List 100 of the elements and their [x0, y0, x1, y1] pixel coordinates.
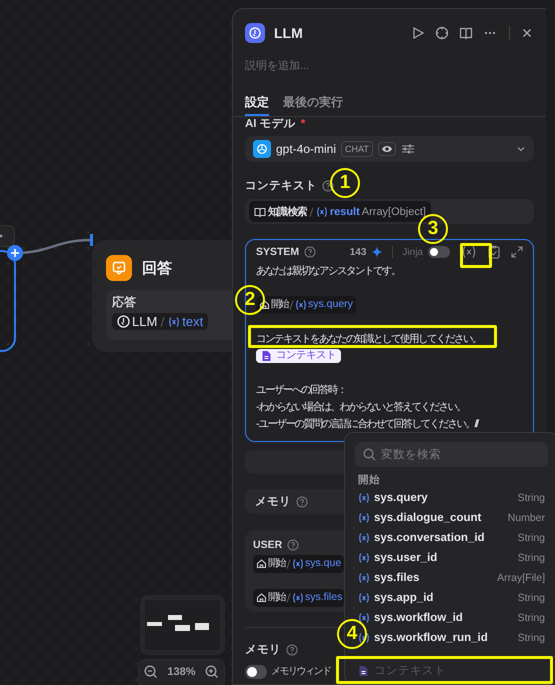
node-icon	[245, 23, 265, 43]
variable-name: sys.workflow_run_id	[374, 632, 488, 644]
help-icon	[287, 539, 300, 551]
panel-title: LLM	[274, 25, 304, 41]
variable-icon	[358, 512, 370, 524]
variable-type: String	[518, 492, 545, 504]
placeholder: 変数を検索	[381, 447, 441, 462]
prompt-text: - ユーザーの質問の言語に合わせて回答してください。///	[256, 418, 478, 430]
variable-type: String	[518, 632, 545, 644]
variable-option[interactable]: sys.conversation_id String	[355, 528, 548, 548]
prompt-role: SYSTEM	[256, 246, 300, 258]
crosshair-icon[interactable]	[435, 26, 449, 40]
variable-icon	[358, 612, 370, 624]
variable-icon	[358, 492, 370, 504]
variable-name: sys.que	[305, 556, 342, 571]
book-icon	[254, 206, 266, 218]
slash-icon	[286, 558, 291, 570]
character-count: 143	[350, 246, 366, 258]
zoom-in-icon[interactable]	[205, 665, 220, 679]
answer-node-icon	[106, 255, 132, 281]
variable-icon	[358, 552, 370, 564]
variable-name: sys.query	[374, 492, 428, 504]
chip-label: コンテキスト	[276, 348, 336, 363]
variable-type: Array[File]	[497, 572, 545, 584]
clipboard-icon[interactable]	[488, 245, 500, 259]
field-label: コンテキスト	[245, 179, 317, 193]
jinja-toggle[interactable]	[428, 246, 450, 258]
variable-icon	[358, 532, 370, 544]
option-label: コンテキスト	[374, 664, 446, 678]
tab[interactable]: 設定	[245, 90, 269, 116]
prompt-text: ユーザーへの回答時：	[256, 384, 346, 396]
house-icon	[256, 558, 267, 569]
variable-name: sys.workflow_id	[374, 612, 463, 624]
house-icon	[256, 592, 267, 603]
node-name: 開始	[271, 298, 288, 312]
variable-type: String	[518, 612, 545, 624]
insert-variable-icon[interactable]	[461, 245, 477, 259]
help-icon	[322, 180, 334, 192]
variable-option[interactable]: sys.files Array[File]	[355, 568, 548, 588]
section-label: メモリ	[245, 643, 281, 657]
model-select[interactable]: gpt-4o-mini CHAT	[245, 136, 534, 162]
prompt-text: - わからない場合は、わからないと答えてください。	[256, 400, 466, 412]
sliders-icon[interactable]	[400, 143, 415, 155]
help-icon	[286, 644, 298, 656]
variable-name: result	[330, 206, 360, 218]
variable-name: sys.query	[308, 297, 353, 312]
node-name: LLM	[132, 314, 158, 329]
variable-name: sys.conversation_id	[374, 532, 485, 544]
zoom-out-icon[interactable]	[144, 665, 158, 679]
node-name: 知識検索	[268, 204, 307, 218]
slash-icon	[289, 298, 294, 310]
variable-option[interactable]: sys.dialogue_count Number	[355, 508, 548, 528]
variable-option[interactable]: sys.app_id String	[355, 588, 548, 608]
variable-icon	[292, 558, 304, 570]
node-title: 回答	[142, 258, 172, 278]
slash-icon	[308, 206, 314, 218]
highlight-box	[460, 243, 492, 268]
field-label: AI モデル	[245, 117, 296, 131]
variable-type: String	[518, 592, 545, 604]
sparkle-icon[interactable]	[371, 246, 384, 258]
variable-icon	[358, 572, 370, 584]
model-badge: CHAT	[341, 141, 373, 157]
context-chip[interactable]: コンテキスト	[256, 348, 341, 362]
variable-option[interactable]: sys.user_id String	[355, 548, 548, 568]
search-icon	[363, 448, 376, 461]
variable-name: sys.files	[305, 590, 342, 605]
variable-icon	[316, 206, 328, 218]
prompt-text: あなたは親切なアシスタントです。	[256, 264, 400, 276]
node-name: 開始	[268, 557, 285, 571]
field-label: 応答	[112, 294, 137, 311]
variable-icon	[358, 632, 370, 644]
prompt-role: USER	[253, 539, 282, 551]
variable-name: sys.user_id	[374, 552, 438, 564]
callout-number: 4	[337, 619, 367, 649]
node-name: 開始	[268, 591, 285, 605]
slash-icon	[159, 314, 166, 328]
help-icon	[296, 496, 308, 508]
house-icon	[259, 299, 270, 310]
jinja-label: Jinja	[402, 246, 423, 258]
expand-icon[interactable]	[511, 246, 523, 258]
model-name: gpt-4o-mini	[276, 142, 336, 156]
document-icon	[261, 350, 272, 362]
variable-type: Number	[508, 512, 545, 524]
variable-icon	[168, 316, 180, 328]
variable-icon	[292, 592, 304, 604]
add-node-icon[interactable]	[6, 244, 24, 262]
setting-label: メモリウィンド	[271, 665, 330, 679]
memory-window-toggle[interactable]	[245, 665, 267, 679]
tab[interactable]: 最後の実行	[283, 90, 343, 116]
eye-icon	[378, 142, 396, 156]
help-icon	[304, 246, 316, 258]
callout-number: 1	[330, 168, 360, 198]
play-icon[interactable]	[411, 26, 425, 40]
group-label: 開始	[357, 473, 381, 488]
variable-icon	[358, 592, 370, 604]
zoom-level: 138%	[167, 666, 196, 678]
book-icon[interactable]	[459, 26, 473, 40]
answer-node[interactable]: 回答 応答 LLM text	[92, 240, 232, 352]
variable-option[interactable]: sys.query String	[355, 488, 548, 508]
section-label: メモリ	[255, 495, 291, 509]
